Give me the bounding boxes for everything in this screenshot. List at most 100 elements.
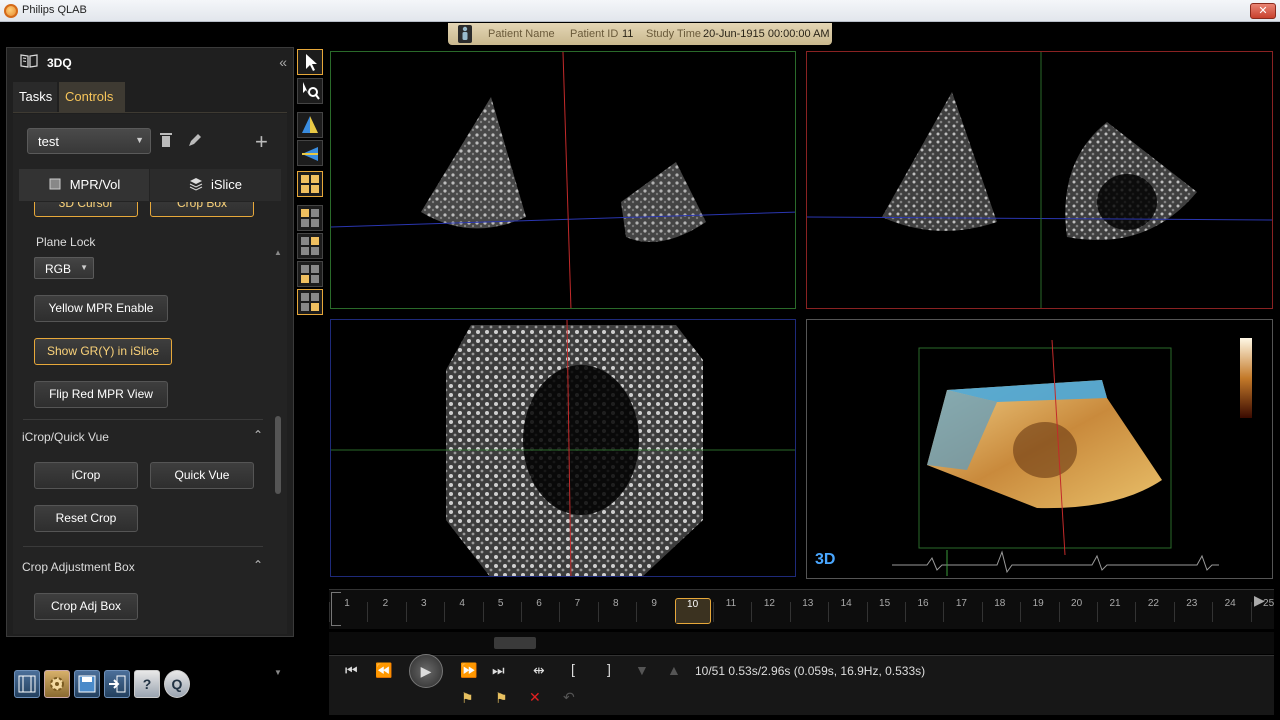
layout-1-icon[interactable] [297,205,323,231]
split-frame-icon[interactable]: ⇹ [533,662,545,679]
viewport-mpr-red[interactable] [806,51,1273,309]
3d-cursor-button[interactable]: 3D Cursor [34,202,138,217]
preset-select[interactable]: test ▼ [27,128,151,154]
timeline-frame[interactable]: 17 [943,598,979,624]
qlab-home-icon[interactable]: Q [164,670,190,698]
layout-4-icon[interactable] [297,289,323,315]
chevron-up-icon[interactable]: ⌃ [253,558,263,572]
plane-lock-select[interactable]: RGB ▼ [34,257,94,279]
frame-readout: 10/51 0.53s/2.96s (0.059s, 16.9Hz, 0.533… [695,664,926,678]
timeline-frame[interactable]: 9 [636,598,672,624]
timeline-frame[interactable]: 12 [751,598,787,624]
yellow-mpr-enable-button[interactable]: Yellow MPR Enable [34,295,168,322]
cube-icon [48,177,62,191]
timeline-frame[interactable]: 23 [1173,598,1210,624]
cancel-x-icon[interactable]: ✕ [529,689,541,706]
timeline-frame[interactable]: 19 [1020,598,1056,624]
film-strip-icon[interactable] [14,670,40,698]
layout-2-icon[interactable] [297,233,323,259]
undo-icon[interactable]: ↶ [563,689,575,706]
preset-value: test [38,134,59,149]
frame-timeline[interactable]: ▶ 1 2 3 4 5 6 7 8 9 10 11 12 13 14 15 16 17 18 19 20 21 22 23 2… [329,589,1274,629]
scroll-down-arrow-icon[interactable]: ▼ [274,668,282,677]
crop-box-button[interactable]: Crop Box [150,202,254,217]
volume-render-image [892,338,1252,576]
viewport-3d-volume[interactable]: 3D [806,319,1273,579]
help-icon[interactable]: ? [134,670,160,698]
timeline-frame[interactable]: 6 [521,598,557,624]
timeline-frame[interactable]: 1 [329,598,365,624]
save-icon[interactable] [74,670,100,698]
timeline-frame[interactable]: 2 [367,598,403,624]
viewport-mpr-green[interactable] [330,51,796,309]
zoom-pointer-icon[interactable] [297,78,323,104]
mark-end-icon[interactable]: ] [607,661,611,677]
next-frame-icon[interactable]: ⏩ [460,662,477,679]
crop-adj-box-button[interactable]: Crop Adj Box [34,593,138,620]
patient-name-label: Patient Name [488,28,555,40]
icrop-button[interactable]: iCrop [34,462,138,489]
tab-tasks[interactable]: Tasks [13,82,57,112]
down-triangle-icon[interactable]: ▼ [635,662,649,678]
tab-mpr-vol[interactable]: MPR/Vol [19,169,149,201]
flip-red-mpr-button[interactable]: Flip Red MPR View [34,381,168,408]
scrollbar-thumb[interactable] [275,416,281,494]
timeline-frame[interactable]: 22 [1135,598,1171,624]
last-frame-icon[interactable]: ⏭ [492,662,505,679]
timeline-frame[interactable]: 5 [482,598,519,624]
timeline-frame[interactable]: 3 [405,598,442,624]
timeline-frame[interactable]: 18 [981,598,1018,624]
previous-frame-icon[interactable]: ⏪ [375,662,392,679]
tab-islice[interactable]: iSlice [150,169,281,201]
timeline-frame[interactable]: 15 [866,598,903,624]
chevron-down-icon: ▼ [80,263,88,272]
timeline-frame[interactable]: 25 [1250,598,1280,624]
play-button-icon[interactable]: ▶ [409,654,443,688]
timeline-frame[interactable]: 7 [559,598,595,624]
timeline-frame[interactable]: 13 [789,598,826,624]
mark-start-icon[interactable]: [ [571,661,575,677]
slice-plane-icon[interactable] [297,140,323,166]
timeline-frame[interactable]: 14 [828,598,864,624]
scroll-up-arrow-icon[interactable]: ▲ [274,248,282,257]
show-gry-islice-button[interactable]: Show GR(Y) in iSlice [34,338,172,365]
layout-3-icon[interactable] [297,261,323,287]
gear-icon[interactable] [44,670,70,698]
viewport-mpr-blue[interactable] [330,319,796,577]
quick-vue-button[interactable]: Quick Vue [150,462,254,489]
plane-lock-label: Plane Lock [36,235,96,249]
timeline-frame[interactable]: 21 [1097,598,1133,624]
timeline-frame[interactable]: 20 [1058,598,1095,624]
trash-icon[interactable] [160,132,172,153]
timeline-frame[interactable]: 11 [713,598,749,624]
timeline-frame[interactable]: 24 [1212,598,1248,624]
timeline-frame[interactable]: 4 [444,598,480,624]
pointer-tool-icon[interactable] [297,49,323,75]
color-scale-bar [1240,338,1252,418]
flag-start-icon[interactable]: ⚑ [461,690,474,707]
close-button[interactable]: ✕ [1250,3,1276,19]
pencil-icon[interactable] [187,132,203,153]
collapse-panel-icon[interactable]: « [279,54,287,70]
tab-mpr-vol-label: MPR/Vol [69,177,121,192]
plane-cut-icon[interactable] [297,112,323,138]
reset-crop-button[interactable]: Reset Crop [34,505,138,532]
layers-icon [189,177,203,191]
timeline-frame[interactable]: 8 [597,598,634,624]
chevron-up-icon[interactable]: ⌃ [253,428,263,442]
tab-underline [13,112,287,113]
timeline-frame[interactable]: 16 [905,598,941,624]
section-separator [23,419,263,420]
mode-tabs: MPR/Vol iSlice [19,169,281,201]
timeline-scroll-thumb[interactable] [494,637,536,649]
timeline-scrollbar[interactable] [329,632,1274,654]
add-icon[interactable]: + [255,129,268,155]
exit-icon[interactable] [104,670,130,698]
tab-controls[interactable]: Controls [59,82,125,112]
quad-layout-icon[interactable] [297,171,323,197]
timeline-frame[interactable]: 10 [674,598,711,624]
first-frame-icon[interactable]: ⏮ [345,662,358,679]
flag-end-icon[interactable]: ⚑ [495,690,508,707]
panel-scrollbar[interactable]: ▲ ▼ [272,248,284,680]
up-triangle-icon[interactable]: ▲ [667,662,681,678]
